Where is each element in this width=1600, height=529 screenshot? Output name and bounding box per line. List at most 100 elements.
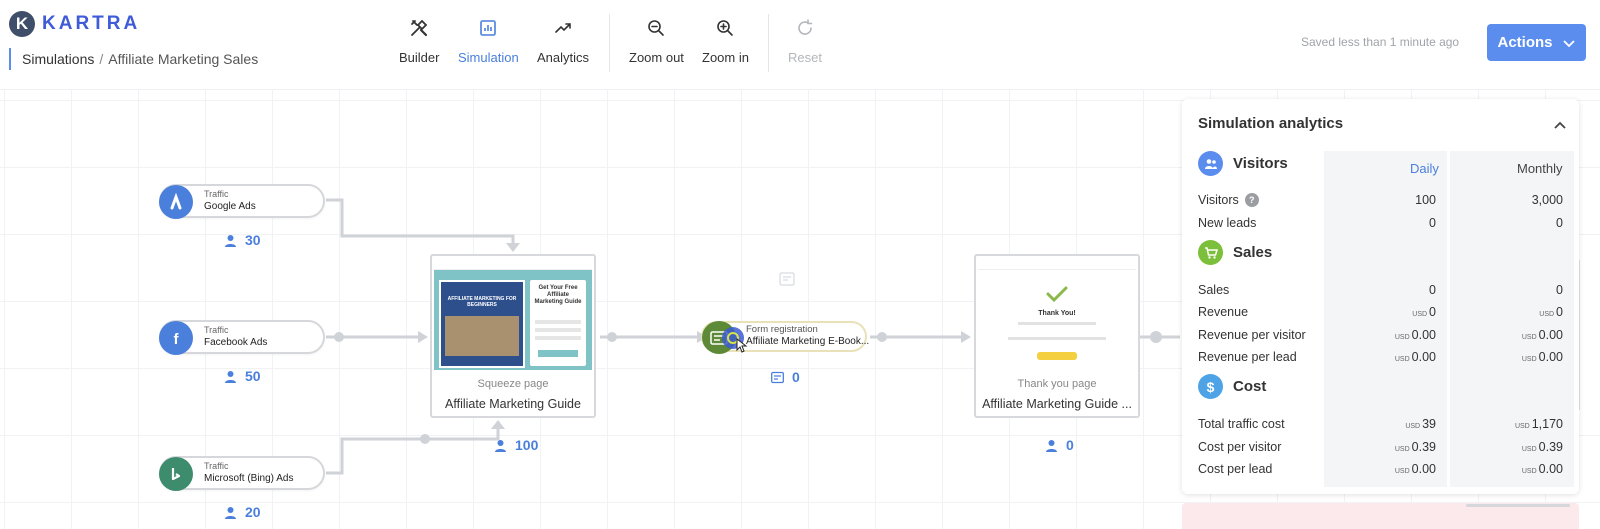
section-title: Sales (1233, 244, 1273, 261)
checkmark-icon (1046, 286, 1068, 302)
kartra-logo[interactable]: K KARTRA (9, 11, 140, 37)
visitor-count-value: 30 (245, 232, 261, 248)
visitor-count-facebook: 50 (224, 368, 261, 384)
metric-label: Total traffic cost (1198, 417, 1285, 431)
monthly-value: 0 (1556, 283, 1563, 297)
monthly-column-header[interactable]: Monthly (1517, 161, 1563, 176)
simulation-tab[interactable]: Simulation (458, 18, 519, 65)
builder-label: Builder (399, 50, 440, 65)
daily-value: 100 (1415, 193, 1436, 207)
monthly-value: USD 0 (1539, 305, 1563, 319)
zoom-out-label: Zoom out (629, 50, 684, 65)
sales-section-header: Sales (1198, 240, 1272, 265)
visitor-count-value: 100 (515, 437, 539, 453)
dollar-icon: $ (1198, 374, 1223, 399)
chevron-up-icon[interactable] (1552, 117, 1568, 133)
monthly-value: 0 (1556, 216, 1563, 230)
logo-text: KARTRA (42, 13, 141, 34)
tools-icon (411, 19, 428, 37)
metric-row: Revenue per visitor USD 0.00 USD 0.00 (1198, 326, 1568, 346)
thumb-download-button (1037, 352, 1077, 360)
cursor-highlight-icon (722, 327, 748, 353)
chevron-down-icon (1562, 39, 1575, 47)
metric-row: Revenue per lead USD 0.00 USD 0.00 (1198, 348, 1568, 368)
connector-dot (877, 332, 887, 342)
traffic-node-bing-ads[interactable]: Traffic Microsoft (Bing) Ads (159, 456, 325, 491)
offscreen-node-edge[interactable] (1579, 260, 1600, 410)
thumb-field (535, 336, 581, 340)
users-icon (1198, 151, 1223, 176)
thumb-navbar (434, 258, 592, 270)
metric-row: Cost per visitor USD 0.39 USD 0.39 (1198, 438, 1568, 458)
visitor-count-bing: 20 (224, 504, 261, 520)
squeeze-page-thumbnail: AFFILIATE MARKETING FOR BEGINNERS Get Yo… (434, 258, 592, 370)
thank-you-page-node[interactable]: Thank You! Thank you page Affiliate Mark… (974, 254, 1140, 418)
visitors-section-header: Visitors (1198, 151, 1288, 176)
thumb-submit-button (538, 350, 578, 357)
refresh-icon (798, 19, 813, 35)
thumb-book-title: AFFILIATE MARKETING FOR BEGINNERS (447, 296, 517, 308)
form-icon (771, 371, 784, 383)
monthly-value: USD 1,170 (1514, 417, 1563, 431)
arrowhead (491, 420, 505, 429)
traffic-name: Microsoft (Bing) Ads (204, 473, 294, 484)
thumb-navbar (978, 258, 1136, 270)
metric-label: Revenue per lead (1198, 350, 1297, 364)
traffic-label: Traffic (204, 325, 229, 335)
breadcrumb-simulations-link[interactable]: Simulations (22, 51, 94, 67)
zoom-out-button[interactable]: Zoom out (629, 18, 684, 65)
trend-line-icon (555, 23, 571, 33)
zoom-in-icon (717, 20, 734, 36)
daily-value: USD 0.00 (1394, 328, 1436, 342)
page-name-label: Affiliate Marketing Guide (445, 397, 581, 411)
thumb-form-box: Get Your Free Affiliate Marketing Guide (530, 280, 586, 366)
form-ghost-icon (779, 272, 795, 286)
user-icon (225, 234, 236, 247)
actions-button[interactable]: Actions (1487, 24, 1586, 61)
panel-title: Simulation analytics (1198, 115, 1344, 132)
metric-label: Cost per lead (1198, 462, 1273, 476)
traffic-node-google-ads[interactable]: Traffic Google Ads (159, 184, 325, 219)
bar-chart-icon (480, 20, 497, 36)
traffic-label: Traffic (204, 189, 229, 199)
analytics-label: Analytics (537, 50, 590, 65)
thumb-field (535, 320, 581, 324)
zoom-out-icon (648, 20, 665, 36)
cost-section-header: $ Cost (1198, 374, 1266, 399)
save-status: Saved less than 1 minute ago (1301, 35, 1460, 49)
svg-text:f: f (174, 331, 180, 347)
top-bar: K KARTRA Simulations / Affiliate Marketi… (0, 0, 1600, 90)
traffic-name: Facebook Ads (204, 337, 268, 348)
actions-label: Actions (1497, 34, 1553, 51)
daily-value: USD 0.39 (1394, 440, 1436, 454)
connector-dot (334, 332, 344, 342)
shopping-cart-icon (1198, 240, 1223, 265)
user-icon (1046, 439, 1057, 452)
help-icon[interactable]: ? (1244, 193, 1259, 207)
toolbar-divider (609, 14, 610, 72)
panel-scrollbar[interactable] (1466, 504, 1570, 507)
daily-column-header[interactable]: Daily (1410, 161, 1439, 176)
user-icon (225, 506, 236, 519)
analytics-tab[interactable]: Analytics (537, 18, 589, 65)
page-type-label: Thank you page (1017, 378, 1097, 390)
squeeze-page-node[interactable]: AFFILIATE MARKETING FOR BEGINNERS Get Yo… (430, 254, 596, 418)
arrowhead (961, 331, 971, 343)
daily-value: 0 (1429, 283, 1436, 297)
reset-label: Reset (788, 50, 822, 65)
visitor-count-squeeze: 100 (494, 437, 538, 453)
monthly-value: USD 0.00 (1521, 350, 1563, 364)
connector-dot (1150, 331, 1162, 343)
builder-tab[interactable]: Builder (399, 18, 439, 65)
visitor-count-value: 0 (1066, 437, 1074, 453)
form-count-value: 0 (792, 369, 800, 385)
monthly-value: USD 0.00 (1521, 328, 1563, 342)
reset-button[interactable]: Reset (788, 18, 822, 65)
arrowhead (418, 331, 428, 343)
form-submission-count: 0 (771, 369, 800, 385)
traffic-node-facebook-ads[interactable]: f Traffic Facebook Ads (159, 320, 325, 355)
metric-label: Revenue per visitor (1198, 328, 1306, 342)
metric-label: Sales (1198, 283, 1230, 297)
zoom-in-button[interactable]: Zoom in (702, 18, 749, 65)
arrowhead (506, 243, 520, 252)
